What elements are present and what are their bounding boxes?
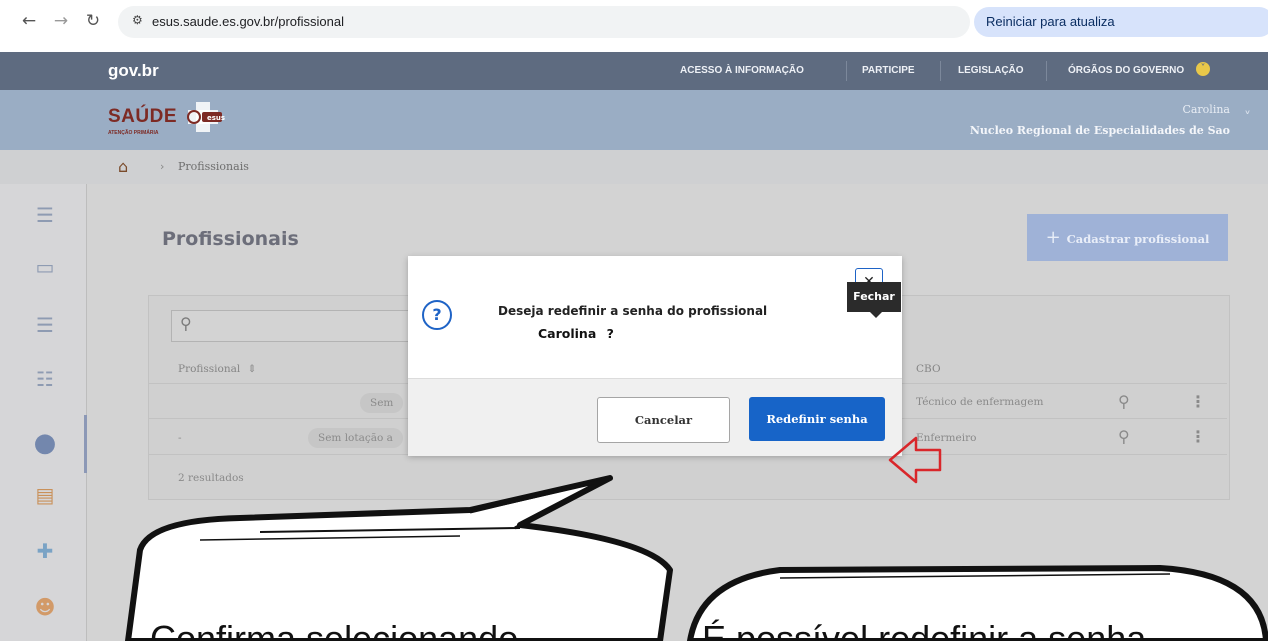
- sidebar-list-gear-icon[interactable]: ☷: [28, 364, 62, 394]
- view-search-icon[interactable]: ⚲: [1118, 392, 1130, 411]
- esus-badge-text: esus: [207, 114, 226, 122]
- divider: [940, 61, 941, 81]
- column-header-profissional[interactable]: Profissional ⇕: [178, 363, 256, 375]
- more-options-icon[interactable]: ⋮: [1190, 392, 1206, 411]
- view-search-icon[interactable]: ⚲: [1118, 427, 1130, 446]
- search-input[interactable]: [171, 310, 413, 342]
- gov-bar: gov.br ACESSO À INFORMAÇÃO PARTICIPE LEG…: [0, 52, 1268, 90]
- lotacao-pill: Sem: [360, 393, 404, 413]
- restart-to-update-button[interactable]: Reiniciar para atualiza: [974, 7, 1268, 37]
- professional-name: Carolina: [538, 326, 597, 341]
- sidebar-list-play-icon[interactable]: ☰: [28, 310, 62, 340]
- plus-icon: +: [1045, 227, 1061, 248]
- dialog-question: Deseja redefinir a senha do profissional: [498, 304, 768, 318]
- app: gov.br ACESSO À INFORMAÇÃO PARTICIPE LEG…: [0, 52, 1268, 641]
- gov-link-participe[interactable]: PARTICIPE: [862, 65, 915, 76]
- cbo-cell: Técnico de enfermagem: [916, 396, 1044, 408]
- reload-icon[interactable]: ↻: [82, 10, 104, 32]
- back-icon[interactable]: ←: [18, 10, 40, 32]
- column-header-label: Profissional: [178, 363, 241, 375]
- speech-balloons: [125, 475, 1268, 641]
- close-tooltip: Fechar: [847, 282, 901, 312]
- page-title: Profissionais: [162, 228, 299, 250]
- redefine-password-button[interactable]: Redefinir senha: [749, 397, 885, 441]
- saude-logo[interactable]: SAÚDE: [108, 106, 177, 128]
- govbr-logo[interactable]: gov.br: [108, 61, 159, 81]
- saude-logo-sub: ATENÇÃO PRIMÁRIA: [108, 130, 159, 136]
- professional-cell: -: [178, 432, 182, 444]
- dialog-professional-name: Carolina ?: [538, 326, 614, 341]
- sidebar-id-card-icon[interactable]: ▭: [28, 252, 62, 282]
- sort-icon[interactable]: ⇕: [248, 363, 257, 375]
- chevron-right-icon: ›: [160, 160, 165, 173]
- lotacao-pill: Sem lotação a: [308, 428, 403, 448]
- user-name[interactable]: Carolina: [1100, 103, 1230, 116]
- browser-toolbar: ← → ↻ ⚙ esus.saude.es.gov.br/profissiona…: [0, 0, 1268, 52]
- home-icon[interactable]: ⌂: [118, 157, 128, 176]
- search-icon: ⚲: [180, 314, 192, 333]
- chevron-down-icon[interactable]: ˅: [1244, 110, 1251, 126]
- gov-link-legislacao[interactable]: LEGISLAÇÃO: [958, 65, 1024, 76]
- breadcrumb-current: Profissionais: [178, 160, 249, 173]
- gov-link-acesso[interactable]: ACESSO À INFORMAÇÃO: [680, 65, 804, 76]
- forward-icon[interactable]: →: [50, 10, 72, 32]
- column-header-cbo: CBO: [916, 363, 941, 375]
- more-options-icon[interactable]: ⋮: [1190, 427, 1206, 446]
- divider: [1046, 61, 1047, 81]
- gov-link-orgaos[interactable]: ÓRGÃOS DO GOVERNO: [1068, 65, 1184, 76]
- chevron-down-icon[interactable]: ˅: [1196, 62, 1210, 76]
- divider: [846, 61, 847, 81]
- site-settings-icon[interactable]: ⚙: [132, 13, 143, 27]
- add-professional-button[interactable]: + Cadastrar profissional: [1027, 214, 1228, 261]
- add-professional-label: Cadastrar profissional: [1066, 232, 1210, 246]
- balloon-right-text: É possível redefinir a senha: [702, 618, 1147, 641]
- sidebar-list-steth-icon[interactable]: ☰: [28, 200, 62, 230]
- sidebar-professional-icon[interactable]: ●: [28, 428, 62, 458]
- question-icon: ?: [422, 300, 452, 330]
- tooltip-arrow: [870, 312, 882, 318]
- site-header: SAÚDE ATENÇÃO PRIMÁRIA esus Carolina Nuc…: [0, 90, 1268, 150]
- balloon-left-text: Confirma selecionando: [150, 618, 519, 641]
- question-mark: ?: [606, 326, 614, 341]
- user-unit[interactable]: Nucleo Regional de Especialidades de Sao: [880, 124, 1230, 137]
- url-text[interactable]: esus.saude.es.gov.br/profissional: [152, 14, 344, 29]
- cancel-button[interactable]: Cancelar: [597, 397, 730, 443]
- confirm-dialog: ? Deseja redefinir a senha do profission…: [408, 256, 902, 456]
